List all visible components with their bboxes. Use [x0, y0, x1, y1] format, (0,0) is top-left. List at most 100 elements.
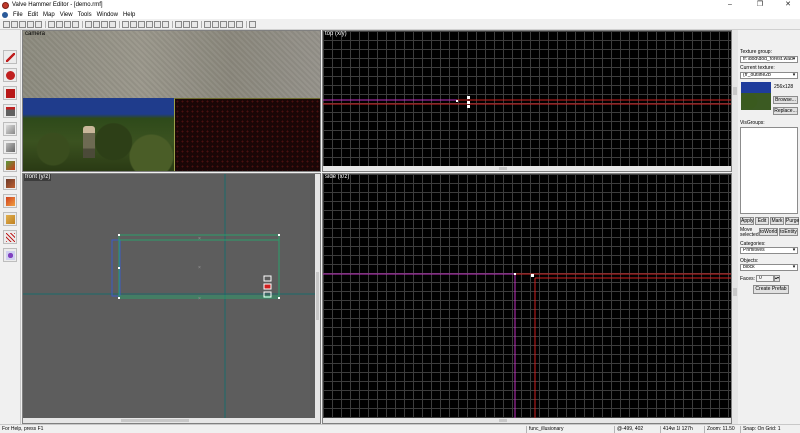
front-view-vscroll[interactable] — [315, 174, 320, 420]
current-texture-select[interactable]: {fr_outline2b ▾ — [740, 72, 798, 79]
replace-button[interactable]: Replace... — [773, 107, 798, 115]
clip-tool[interactable] — [3, 194, 17, 208]
camera-tool[interactable] — [3, 86, 17, 100]
menu-view[interactable]: View — [60, 12, 73, 18]
top-viewport[interactable]: top (x/y) — [322, 30, 732, 172]
side-viewport[interactable]: side (x/z) — [322, 173, 732, 424]
selection-handle[interactable] — [467, 101, 470, 104]
selection-handle[interactable] — [278, 234, 280, 236]
browse-button[interactable]: Browse... — [773, 96, 798, 104]
menu-edit[interactable]: Edit — [28, 12, 38, 18]
hollow-icon[interactable] — [93, 21, 100, 28]
mark-button[interactable]: Mark — [770, 217, 784, 225]
textured-icon[interactable] — [64, 21, 71, 28]
group-icon[interactable] — [101, 21, 108, 28]
grid-smaller-icon[interactable] — [11, 21, 18, 28]
menu-window[interactable]: Window — [97, 12, 118, 18]
toggle-group-ignore-icon[interactable] — [175, 21, 182, 28]
purge-button[interactable]: Purge — [785, 217, 799, 225]
scrollbar-thumb[interactable] — [733, 288, 737, 296]
scrollbar-thumb[interactable] — [316, 272, 319, 320]
paste-icon[interactable] — [138, 21, 145, 28]
selection-handle[interactable] — [467, 96, 470, 99]
edit-button[interactable]: Edit — [755, 217, 769, 225]
center-on-selection-icon[interactable] — [204, 21, 211, 28]
visgroups-list[interactable] — [740, 127, 798, 214]
undo-icon[interactable] — [154, 21, 161, 28]
texture-tool[interactable] — [3, 140, 17, 154]
selection-handle[interactable] — [456, 100, 458, 102]
menu-help[interactable]: Help — [123, 12, 135, 18]
decal-tool[interactable] — [3, 176, 17, 190]
redo-icon[interactable] — [162, 21, 169, 28]
to-world-button[interactable]: toWorld — [759, 228, 778, 236]
entity-report-icon[interactable] — [228, 21, 235, 28]
selection-handle[interactable] — [514, 273, 516, 275]
snap-to-grid-icon[interactable] — [220, 21, 227, 28]
scrollbar-thumb[interactable] — [499, 419, 507, 422]
magnify-tool[interactable] — [3, 68, 17, 82]
front-viewport-label[interactable]: front (y/z) — [24, 174, 52, 181]
block-tool[interactable] — [3, 122, 17, 136]
check-problems-icon[interactable] — [236, 21, 243, 28]
chevron-down-icon: ▾ — [792, 264, 796, 270]
selection-handle[interactable] — [531, 274, 534, 277]
texture-group-select[interactable]: fr:\dod\dod_forest.wad ▾ — [740, 56, 798, 63]
camera-viewport-label[interactable]: camera — [24, 31, 47, 38]
top-viewport-label[interactable]: top (x/y) — [324, 31, 348, 38]
paste-special-icon[interactable] — [146, 21, 153, 28]
restore-button[interactable]: ❐ — [750, 0, 770, 10]
scrollbar-thumb[interactable] — [121, 419, 189, 422]
side-viewport-label[interactable]: side (x/z) — [324, 174, 350, 181]
faces-stepper[interactable]: ▴▾ — [774, 275, 780, 282]
side-view-hscroll[interactable] — [323, 418, 731, 423]
selection-handle[interactable] — [118, 267, 120, 269]
texture-lock-icon[interactable] — [35, 21, 42, 28]
selection-handle[interactable] — [467, 105, 470, 108]
run-map-icon[interactable] — [249, 21, 256, 28]
minimize-button[interactable]: – — [720, 0, 740, 10]
top-view-hscroll[interactable] — [323, 166, 731, 171]
center-marker: × — [198, 265, 201, 271]
grid-toggle-icon[interactable] — [3, 21, 10, 28]
flat-shaded-icon[interactable] — [56, 21, 63, 28]
carve-icon[interactable] — [85, 21, 92, 28]
vertex-tool[interactable] — [3, 212, 17, 226]
menu-map[interactable]: Map — [43, 12, 55, 18]
document-icon[interactable] — [2, 11, 8, 18]
wireframe-icon[interactable] — [48, 21, 55, 28]
menu-tools[interactable]: Tools — [78, 12, 92, 18]
hide-selected-icon[interactable] — [183, 21, 190, 28]
selection-handle[interactable] — [278, 297, 280, 299]
overlay-tool[interactable] — [3, 248, 17, 262]
objects-select[interactable]: block ▾ — [740, 264, 798, 271]
grid-larger-icon[interactable] — [19, 21, 26, 28]
ungroup-icon[interactable] — [109, 21, 116, 28]
categories-select[interactable]: Primitives ▾ — [740, 247, 798, 254]
apply-button[interactable]: Apply — [740, 217, 754, 225]
create-prefab-button[interactable]: Create Prefab — [753, 285, 789, 294]
selection-handle[interactable] — [263, 275, 272, 282]
entity-tool[interactable] — [3, 104, 17, 118]
front-view-hscroll[interactable] — [23, 418, 320, 423]
3d-grid-icon[interactable] — [27, 21, 34, 28]
lightmap-icon[interactable] — [72, 21, 79, 28]
camera-viewport[interactable]: camera — [22, 30, 321, 172]
cut-icon[interactable] — [122, 21, 129, 28]
front-viewport[interactable]: front (y/z) × × × — [22, 173, 321, 424]
apply-texture-tool[interactable] — [3, 158, 17, 172]
faces-field[interactable]: 0 — [756, 275, 774, 282]
scrollbar-thumb[interactable] — [499, 167, 507, 170]
path-tool[interactable] — [3, 230, 17, 244]
selection-tool[interactable] — [3, 50, 17, 64]
selection-handle[interactable] — [263, 283, 272, 290]
menu-file[interactable]: File — [13, 12, 23, 18]
selection-handle[interactable] — [118, 234, 120, 236]
show-hidden-icon[interactable] — [191, 21, 198, 28]
close-button[interactable]: ✕ — [778, 0, 798, 10]
copy-icon[interactable] — [130, 21, 137, 28]
scrollbar-thumb[interactable] — [733, 87, 737, 95]
to-entity-button[interactable]: toEntity — [779, 228, 798, 236]
fit-to-view-icon[interactable] — [212, 21, 219, 28]
selection-handle[interactable] — [118, 297, 120, 299]
